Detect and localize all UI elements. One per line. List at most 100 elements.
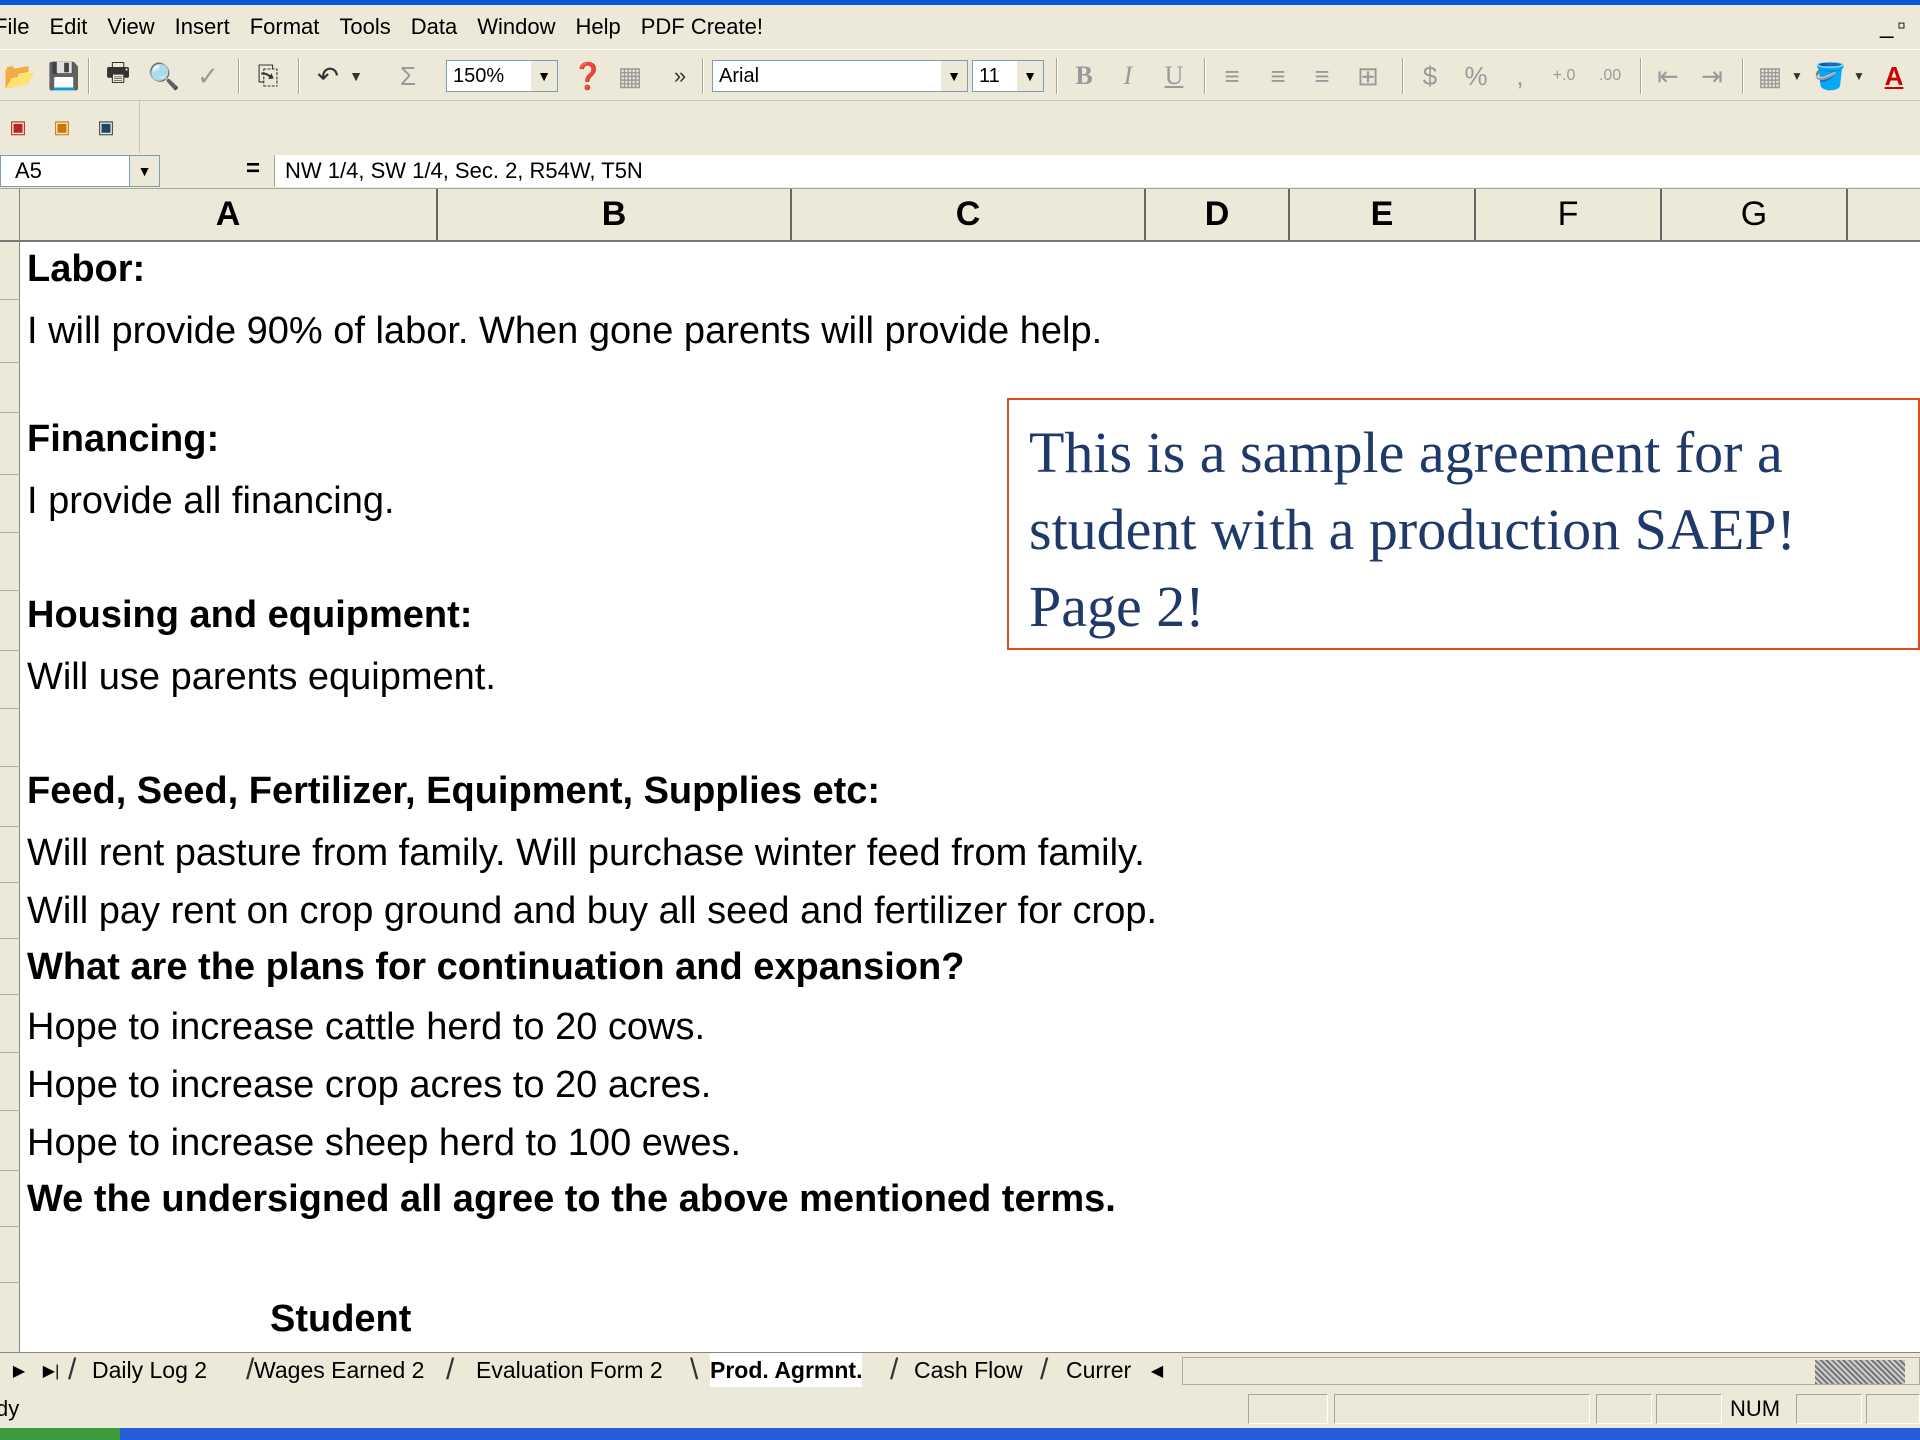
cell-plan-cattle[interactable]: Hope to increase cattle herd to 20 cows.: [27, 1006, 705, 1049]
bold-button[interactable]: B: [1066, 58, 1102, 94]
font-name-select[interactable]: Arial ▼: [712, 60, 968, 92]
tab-prod-agrmnt[interactable]: Prod. Agrmnt.: [710, 1353, 863, 1387]
cell-financing-text[interactable]: I provide all financing.: [27, 480, 395, 523]
menu-edit[interactable]: Edit: [39, 14, 97, 40]
align-center-icon[interactable]: ≡: [1260, 58, 1296, 94]
tab-cash-flow[interactable]: Cash Flow: [914, 1353, 1023, 1387]
cell-feed-text-1[interactable]: Will rent pasture from family. Will purc…: [27, 832, 1145, 875]
chevron-down-icon[interactable]: ▼: [531, 61, 557, 91]
menu-view[interactable]: View: [97, 14, 164, 40]
cell-agreement-statement[interactable]: We the undersigned all agree to the abov…: [27, 1178, 1116, 1221]
tab-wages-earned-2[interactable]: Wages Earned 2: [254, 1353, 424, 1387]
tab-daily-log-2[interactable]: Daily Log 2: [92, 1353, 207, 1387]
name-box[interactable]: A5 ▼: [0, 155, 160, 187]
underline-button[interactable]: U: [1156, 58, 1192, 94]
tab-evaluation-form-2[interactable]: Evaluation Form 2: [476, 1353, 663, 1387]
column-header-d[interactable]: D: [1146, 189, 1290, 240]
column-header-a[interactable]: A: [20, 189, 438, 240]
toolbar-options-icon[interactable]: »: [668, 58, 692, 94]
open-folder-icon[interactable]: 📂: [2, 58, 38, 94]
column-header-g[interactable]: G: [1662, 189, 1848, 240]
cell-plan-sheep[interactable]: Hope to increase sheep herd to 100 ewes.: [27, 1122, 741, 1165]
undo-dropdown-icon[interactable]: ▼: [346, 58, 366, 94]
chevron-down-icon[interactable]: ▼: [1017, 61, 1043, 91]
tab-currer[interactable]: Currer: [1066, 1353, 1131, 1387]
tab-scroll-prev-icon[interactable]: ◀: [1146, 1357, 1168, 1385]
font-size-select[interactable]: 11 ▼: [972, 60, 1044, 92]
start-button[interactable]: [0, 1428, 120, 1440]
chevron-down-icon[interactable]: ▼: [1788, 58, 1806, 94]
cell-student-signature-label[interactable]: Student: [270, 1298, 411, 1341]
chevron-down-icon[interactable]: ▼: [1850, 58, 1868, 94]
chevron-down-icon[interactable]: ▼: [129, 156, 159, 186]
column-header-e[interactable]: E: [1290, 189, 1476, 240]
spelling-icon[interactable]: ✓: [190, 58, 226, 94]
horizontal-scrollbar[interactable]: [1182, 1357, 1920, 1385]
percent-button[interactable]: %: [1458, 58, 1494, 94]
formula-equals[interactable]: =: [246, 155, 260, 183]
align-left-icon[interactable]: ≡: [1214, 58, 1250, 94]
save-icon[interactable]: 💾: [46, 58, 82, 94]
column-header-b[interactable]: B: [438, 189, 792, 240]
cell-housing-heading[interactable]: Housing and equipment:: [27, 594, 472, 637]
cell-plans-heading[interactable]: What are the plans for continuation and …: [27, 946, 964, 989]
horizontal-scroll-thumb[interactable]: [1815, 1360, 1905, 1384]
menu-pdf-create[interactable]: PDF Create!: [631, 14, 773, 40]
status-panel: [1248, 1394, 1328, 1424]
menu-insert[interactable]: Insert: [165, 14, 240, 40]
tab-divider: /: [446, 1353, 455, 1386]
pdf-create-icon[interactable]: ▣: [44, 109, 80, 145]
column-header-c[interactable]: C: [792, 189, 1146, 240]
status-panel: [1334, 1394, 1590, 1424]
align-right-icon[interactable]: ≡: [1304, 58, 1340, 94]
row-separator: [0, 362, 20, 363]
toolbar-separator: [238, 58, 240, 94]
pdf-settings-icon[interactable]: ▣: [88, 109, 124, 145]
menu-format[interactable]: Format: [240, 14, 330, 40]
minimize-icon[interactable]: _: [1880, 12, 1893, 40]
cell-labor-heading[interactable]: Labor:: [27, 248, 145, 291]
cell-labor-text[interactable]: I will provide 90% of labor. When gone p…: [27, 310, 1102, 353]
worksheet-grid[interactable]: Labor: I will provide 90% of labor. When…: [0, 242, 1920, 1352]
row-separator: [0, 1282, 20, 1283]
cell-housing-text[interactable]: Will use parents equipment.: [27, 656, 496, 699]
office-assistant-icon[interactable]: ▦: [612, 58, 648, 94]
cell-financing-heading[interactable]: Financing:: [27, 418, 219, 461]
menu-data[interactable]: Data: [401, 14, 467, 40]
increase-decimal-icon[interactable]: +.0: [1546, 58, 1582, 94]
row-separator: [0, 882, 20, 883]
copy-icon[interactable]: ⎘: [250, 58, 286, 94]
font-color-icon[interactable]: A: [1876, 58, 1912, 94]
zoom-select[interactable]: 150% ▼: [446, 60, 558, 92]
cell-plan-crop[interactable]: Hope to increase crop acres to 20 acres.: [27, 1064, 711, 1107]
italic-button[interactable]: I: [1110, 58, 1146, 94]
row-separator: [0, 708, 20, 709]
decrease-decimal-icon[interactable]: .00: [1592, 58, 1628, 94]
menu-tools[interactable]: Tools: [329, 14, 400, 40]
print-icon[interactable]: 🖶: [100, 57, 136, 94]
increase-indent-icon[interactable]: ⇥: [1694, 58, 1730, 94]
comma-button[interactable]: ,: [1502, 58, 1538, 94]
decrease-indent-icon[interactable]: ⇤: [1650, 58, 1686, 94]
chevron-down-icon[interactable]: ▼: [941, 61, 967, 91]
column-header-f[interactable]: F: [1476, 189, 1662, 240]
menu-window[interactable]: Window: [467, 14, 565, 40]
restore-icon[interactable]: ▫: [1897, 12, 1906, 40]
cell-feed-text-2[interactable]: Will pay rent on crop ground and buy all…: [27, 890, 1157, 933]
currency-button[interactable]: $: [1412, 58, 1448, 94]
undo-icon[interactable]: ↶: [310, 58, 346, 94]
menu-file[interactable]: File: [0, 14, 39, 40]
formula-input[interactable]: NW 1/4, SW 1/4, Sec. 2, R54W, T5N: [274, 155, 1920, 187]
fill-color-icon[interactable]: 🪣: [1812, 58, 1848, 94]
print-preview-icon[interactable]: 🔍: [146, 58, 182, 94]
help-icon[interactable]: ❓: [570, 58, 606, 94]
tab-scroll-next-icon[interactable]: ▶: [8, 1357, 30, 1385]
borders-icon[interactable]: ▦: [1752, 58, 1788, 94]
tab-scroll-last-icon[interactable]: ▶|: [40, 1357, 62, 1385]
menu-help[interactable]: Help: [565, 14, 630, 40]
select-all-corner[interactable]: [0, 189, 20, 240]
pdf-email-icon[interactable]: ▣: [0, 109, 36, 145]
autosum-icon[interactable]: Σ: [390, 58, 426, 94]
cell-feed-heading[interactable]: Feed, Seed, Fertilizer, Equipment, Suppl…: [27, 770, 880, 813]
merge-center-icon[interactable]: ⊞: [1350, 58, 1386, 94]
